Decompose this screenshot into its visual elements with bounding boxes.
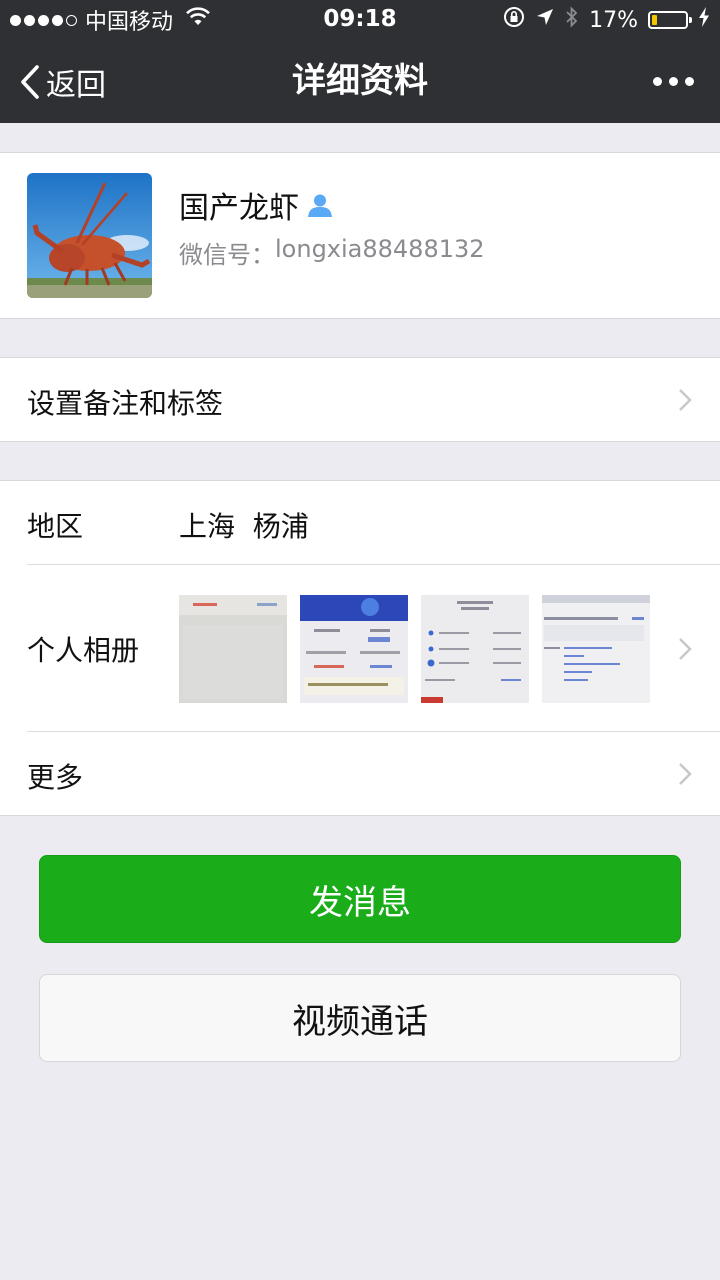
avatar[interactable] (27, 173, 152, 298)
region-row: 地区 上海 杨浦 (0, 481, 720, 564)
details-group: 地区 上海 杨浦 个人相册 更多 (0, 480, 720, 816)
more-row[interactable]: 更多 (0, 732, 720, 815)
chevron-right-icon (679, 638, 692, 660)
chevron-right-icon (679, 763, 692, 785)
contact-name: 国产龙虾 (179, 191, 299, 226)
more-label: 更多 (27, 761, 84, 794)
set-remark-tags-label: 设置备注和标签 (27, 387, 224, 420)
orientation-lock-icon (503, 6, 525, 34)
nav-bar: 返回 详细资料 (0, 40, 720, 123)
page-title: 详细资料 (292, 61, 428, 101)
personal-album-label: 个人相册 (27, 634, 140, 667)
region-value: 上海 杨浦 (179, 510, 309, 543)
send-message-button[interactable]: 发消息 (39, 855, 681, 943)
wechat-id-value: longxia88488132 (275, 235, 485, 263)
battery-icon (648, 11, 692, 29)
top-bar: 中国移动 09:18 17% 返回 详细资料 (0, 0, 720, 123)
status-bar: 中国移动 09:18 17% (0, 0, 720, 40)
wechat-id-label: 微信号： (179, 241, 275, 269)
album-thumbnail[interactable] (179, 595, 287, 703)
more-options-button[interactable] (653, 40, 694, 123)
album-thumbnail[interactable] (300, 595, 408, 703)
region-label: 地区 (27, 510, 84, 543)
album-thumbnail[interactable] (421, 595, 529, 703)
more-dots-icon (653, 77, 662, 86)
chevron-right-icon (679, 389, 692, 411)
set-remark-tags-row[interactable]: 设置备注和标签 (0, 357, 720, 442)
location-arrow-icon (535, 7, 555, 33)
bluetooth-icon (565, 5, 579, 35)
personal-album-row[interactable]: 个人相册 (0, 565, 720, 731)
contact-name-row: 国产龙虾 (179, 183, 333, 227)
contact-person-icon (308, 194, 332, 217)
video-call-button[interactable]: 视频通话 (39, 974, 681, 1062)
charging-icon (698, 6, 710, 34)
album-thumbnail[interactable] (542, 595, 650, 703)
profile-card[interactable]: 国产龙虾 微信号： longxia88488132 (0, 152, 720, 319)
battery-percent: 17% (589, 7, 638, 33)
wechat-id: 微信号： longxia88488132 (179, 235, 485, 270)
